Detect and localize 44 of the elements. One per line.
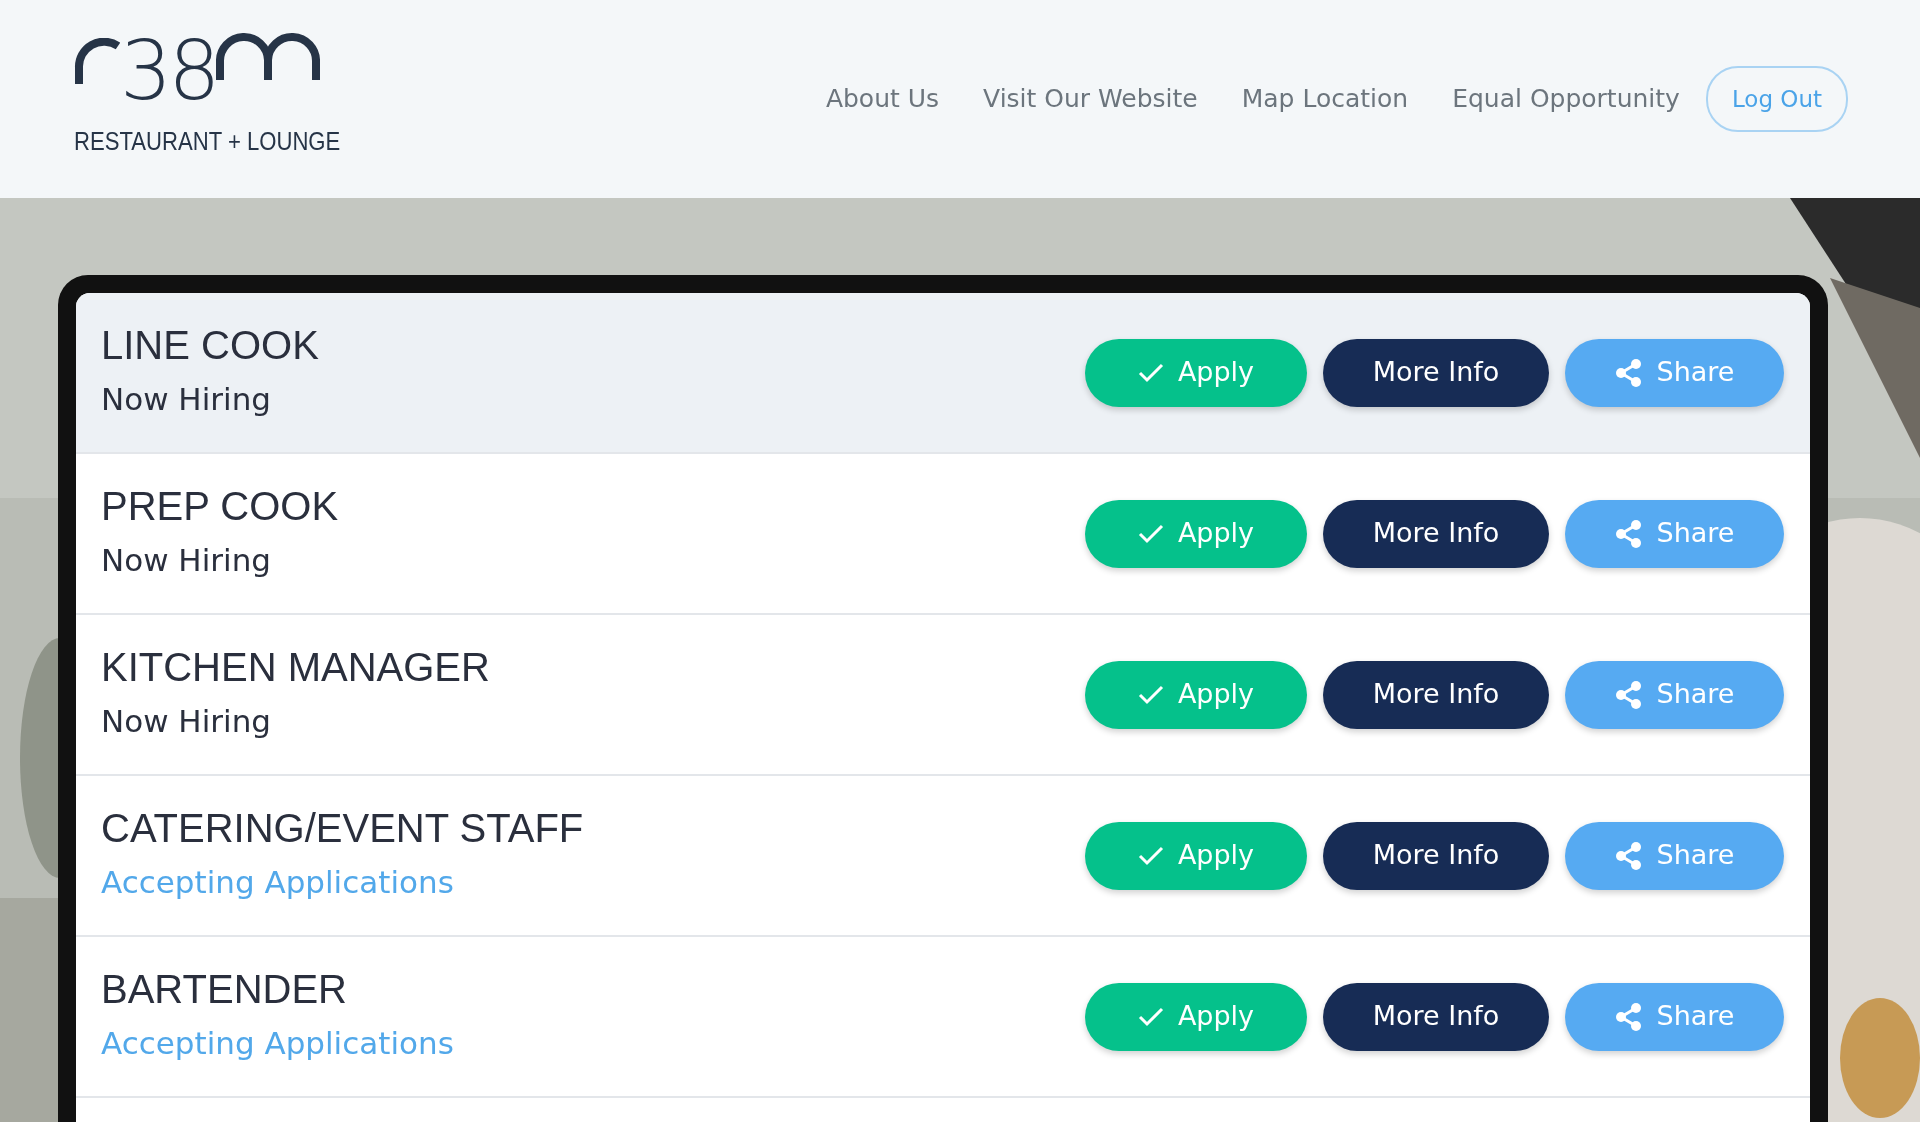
check-icon <box>1137 523 1164 544</box>
logo-tagline: RESTAURANT + LOUNGE <box>74 128 341 154</box>
more-info-button[interactable]: More Info <box>1323 660 1549 729</box>
job-title: LINE COOK <box>101 322 319 367</box>
check-icon <box>1137 684 1164 705</box>
logout-button[interactable]: Log Out <box>1705 65 1848 133</box>
share-icon <box>1614 357 1643 388</box>
share-icon <box>1614 1001 1643 1032</box>
apply-button[interactable]: Apply <box>1085 499 1307 568</box>
check-icon <box>1137 845 1164 866</box>
share-icon <box>1614 679 1643 710</box>
share-button[interactable]: Share <box>1565 982 1784 1051</box>
job-title: PREP COOK <box>101 483 339 528</box>
more-info-button[interactable]: More Info <box>1323 338 1549 407</box>
share-icon <box>1614 840 1643 871</box>
job-status: Now Hiring <box>101 380 272 419</box>
logo-arch-icon <box>216 32 321 80</box>
apply-button[interactable]: Apply <box>1085 982 1307 1051</box>
share-button[interactable]: Share <box>1565 660 1784 729</box>
nav-link[interactable]: About Us <box>803 70 962 128</box>
more-info-button[interactable]: More Info <box>1323 499 1549 568</box>
more-info-button[interactable]: More Info <box>1323 821 1549 890</box>
job-title: CATERING/EVENT STAFF <box>101 805 584 850</box>
share-icon <box>1614 518 1643 549</box>
job-title: BARTENDER <box>101 966 348 1011</box>
share-button[interactable]: Share <box>1565 821 1784 890</box>
job-status: Accepting Applications <box>101 863 455 902</box>
share-button[interactable]: Share <box>1565 338 1784 407</box>
share-button[interactable]: Share <box>1565 499 1784 568</box>
job-status: Now Hiring <box>101 702 272 741</box>
nav-link[interactable]: Visit Our Website <box>961 70 1220 128</box>
check-icon <box>1137 362 1164 383</box>
check-icon <box>1137 1006 1164 1027</box>
logo-text: 38 <box>120 30 217 112</box>
nav-link[interactable]: Map Location <box>1219 70 1431 128</box>
apply-button[interactable]: Apply <box>1085 338 1307 407</box>
job-status: Accepting Applications <box>101 1024 454 1063</box>
nav-link[interactable]: Equal Opportunity <box>1430 70 1702 128</box>
job-status: Now Hiring <box>101 541 272 580</box>
apply-button[interactable]: Apply <box>1085 821 1307 890</box>
logo-arc-icon <box>74 38 120 84</box>
more-info-button[interactable]: More Info <box>1323 982 1549 1051</box>
job-title: KITCHEN MANAGER <box>101 644 490 689</box>
apply-button[interactable]: Apply <box>1085 660 1307 729</box>
